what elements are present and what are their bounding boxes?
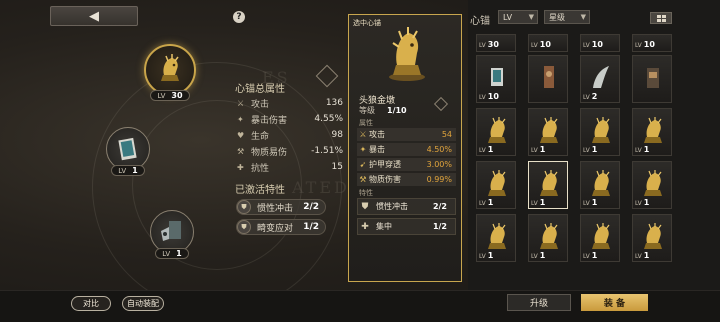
anchor-slot-3[interactable]: LV 1 (150, 210, 194, 259)
grid-view-icon[interactable] (650, 12, 672, 24)
inventory-title: 心锚 (470, 16, 490, 27)
chevron-down-icon: ▼ (528, 13, 534, 21)
item-level: LV 10 (583, 40, 603, 49)
popup-rarity-diamond-icon (433, 96, 449, 112)
total-attr-row: ⚒ 物质易伤 -1.51% ⊕ (237, 144, 355, 158)
inventory-item-cell[interactable]: LV 30 (476, 34, 516, 52)
rarity-filter-dropdown[interactable]: 星级 ▼ (544, 10, 590, 24)
slot-main-level: LV 30 (150, 90, 190, 101)
active-trait-chip[interactable]: ⛊ 惯性冲击 2/2 (236, 199, 326, 215)
item-level: LV 1 (635, 198, 650, 207)
item-level: LV 1 (531, 251, 546, 260)
chevron-down-icon: ▼ (580, 13, 586, 21)
item-level: LV 1 (479, 145, 494, 154)
golden-wolf-anchor-icon (144, 44, 196, 96)
attack-icon: ⚔ (359, 130, 367, 139)
item-level: LV 1 (583, 251, 598, 260)
inventory-item-cell[interactable]: LV 1 (580, 214, 620, 262)
popup-stat-row: ⚒ 物质伤害 0.99% (357, 173, 456, 186)
popup-trait-row[interactable]: ⛊ 惯性冲击 2/2 (357, 198, 456, 215)
crit-icon: ✦ (237, 114, 244, 124)
level-filter-dropdown[interactable]: LV ▼ (498, 10, 538, 24)
item-level: LV 1 (583, 145, 598, 154)
category-diamond-icon (315, 64, 339, 88)
inventory-item-cell[interactable]: LV 1 (476, 214, 516, 262)
active-traits-title: 已激活特性 (235, 185, 285, 196)
inventory-item-cell[interactable] (528, 55, 568, 103)
inventory-item-cell[interactable]: LV 10 (476, 55, 516, 103)
shield-icon: ⛊ (237, 200, 251, 214)
inventory-item-cell[interactable]: LV 1 (632, 108, 672, 156)
item-level: LV 1 (635, 145, 650, 154)
help-icon[interactable]: ? (233, 11, 245, 23)
inventory-item-cell[interactable]: LV 1 (528, 108, 568, 156)
inventory-item-cell[interactable] (632, 55, 672, 103)
popup-stat-row: ➹ 护甲穿透 3.00% (357, 158, 456, 171)
item-level: LV 2 (583, 92, 598, 101)
background-watermark: ATED (292, 178, 350, 197)
inventory-item-cell[interactable]: LV 1 (476, 108, 516, 156)
armor-pierce-icon: ➹ (359, 160, 367, 169)
resist-icon: ✚ (237, 162, 244, 172)
inventory-item-cell[interactable]: LV 1 (632, 214, 672, 262)
item-level: LV 1 (479, 198, 494, 207)
compare-button[interactable]: 对比 (71, 296, 111, 311)
crit-icon: ✦ (359, 145, 367, 154)
inventory-item-cell[interactable]: LV 1 (528, 161, 568, 209)
upgrade-button[interactable]: 升级 (507, 294, 571, 311)
popup-attr-label: 属性 (359, 119, 373, 127)
sword-icon: ⚔ (237, 98, 245, 108)
popup-trait-row[interactable]: ✚ 集中 1/2 (357, 218, 456, 235)
equip-button[interactable]: 装 备 (581, 294, 648, 311)
back-button[interactable]: ◀ (50, 6, 138, 26)
item-level: LV 1 (635, 251, 650, 260)
total-attr-row: ⚔ 攻击 136 ⊤ (237, 96, 355, 110)
total-attr-row: ✚ 抗性 15 ◈ (237, 160, 355, 174)
total-attributes-title: 心锚总属性 (235, 84, 285, 95)
popup-trait-label: 特性 (359, 189, 373, 197)
slot-3-level: LV 1 (155, 248, 189, 259)
inventory-item-cell[interactable]: LV 1 (528, 214, 568, 262)
anchor-slot-main[interactable]: LV 30 (144, 44, 196, 101)
inventory-item-cell[interactable]: LV 1 (632, 161, 672, 209)
total-attr-row: ✦ 暴击伤害 4.55% ◎ (237, 112, 355, 126)
popup-stat-row: ✦ 暴击 4.50% (357, 143, 456, 156)
inventory-item-cell[interactable]: LV 2 (580, 55, 620, 103)
popup-stat-row: ⚔ 攻击 54 (357, 128, 456, 141)
heart-icon: ♥ (237, 130, 245, 140)
inventory-item-cell[interactable]: LV 10 (580, 34, 620, 52)
auto-equip-button[interactable]: 自动装配 (122, 296, 164, 311)
focus-icon: ✚ (361, 221, 369, 232)
inventory-item-cell[interactable]: LV 1 (476, 161, 516, 209)
item-level: LV 1 (479, 251, 494, 260)
game-screen: ◀ ? LV 30 LV 1 LV 1 ES ATED 心锚总属性 ⚔ 攻击 1… (0, 0, 720, 322)
physical-damage-icon: ⚒ (359, 175, 367, 184)
vuln-icon: ⚒ (237, 146, 245, 156)
item-level: LV 10 (479, 92, 499, 101)
popup-level: 等级 1/10 (359, 106, 407, 115)
inventory-item-cell[interactable]: LV 10 (632, 34, 672, 52)
popup-header: 选中心锚 (353, 19, 381, 27)
inventory-item-cell[interactable]: LV 1 (580, 161, 620, 209)
item-level: LV 1 (583, 198, 598, 207)
selected-anchor-popup: 选中心锚 头狼金墩 等级1/10 属性 ⚔ 攻击 54 ✦ 暴击 4.50% (348, 14, 462, 282)
item-level: LV 1 (531, 198, 546, 207)
inventory-item-cell[interactable]: LV 1 (580, 108, 620, 156)
total-attr-row: ♥ 生命 98 ◆ (237, 128, 355, 142)
item-level: LV 1 (531, 145, 546, 154)
shield-icon: ⛊ (237, 220, 251, 234)
inventory-item-cell[interactable]: LV 10 (528, 34, 568, 52)
item-level: LV 10 (635, 40, 655, 49)
slot-2-level: LV 1 (111, 165, 145, 176)
active-trait-chip[interactable]: ⛊ 畸变应对 1/2 (236, 219, 326, 235)
anchor-slot-2[interactable]: LV 1 (106, 127, 150, 176)
popup-anchor-image (385, 25, 429, 83)
back-arrow-icon: ◀ (89, 8, 99, 24)
item-level: LV 30 (479, 40, 499, 49)
item-level: LV 10 (531, 40, 551, 49)
shield-icon: ⛊ (361, 201, 369, 212)
